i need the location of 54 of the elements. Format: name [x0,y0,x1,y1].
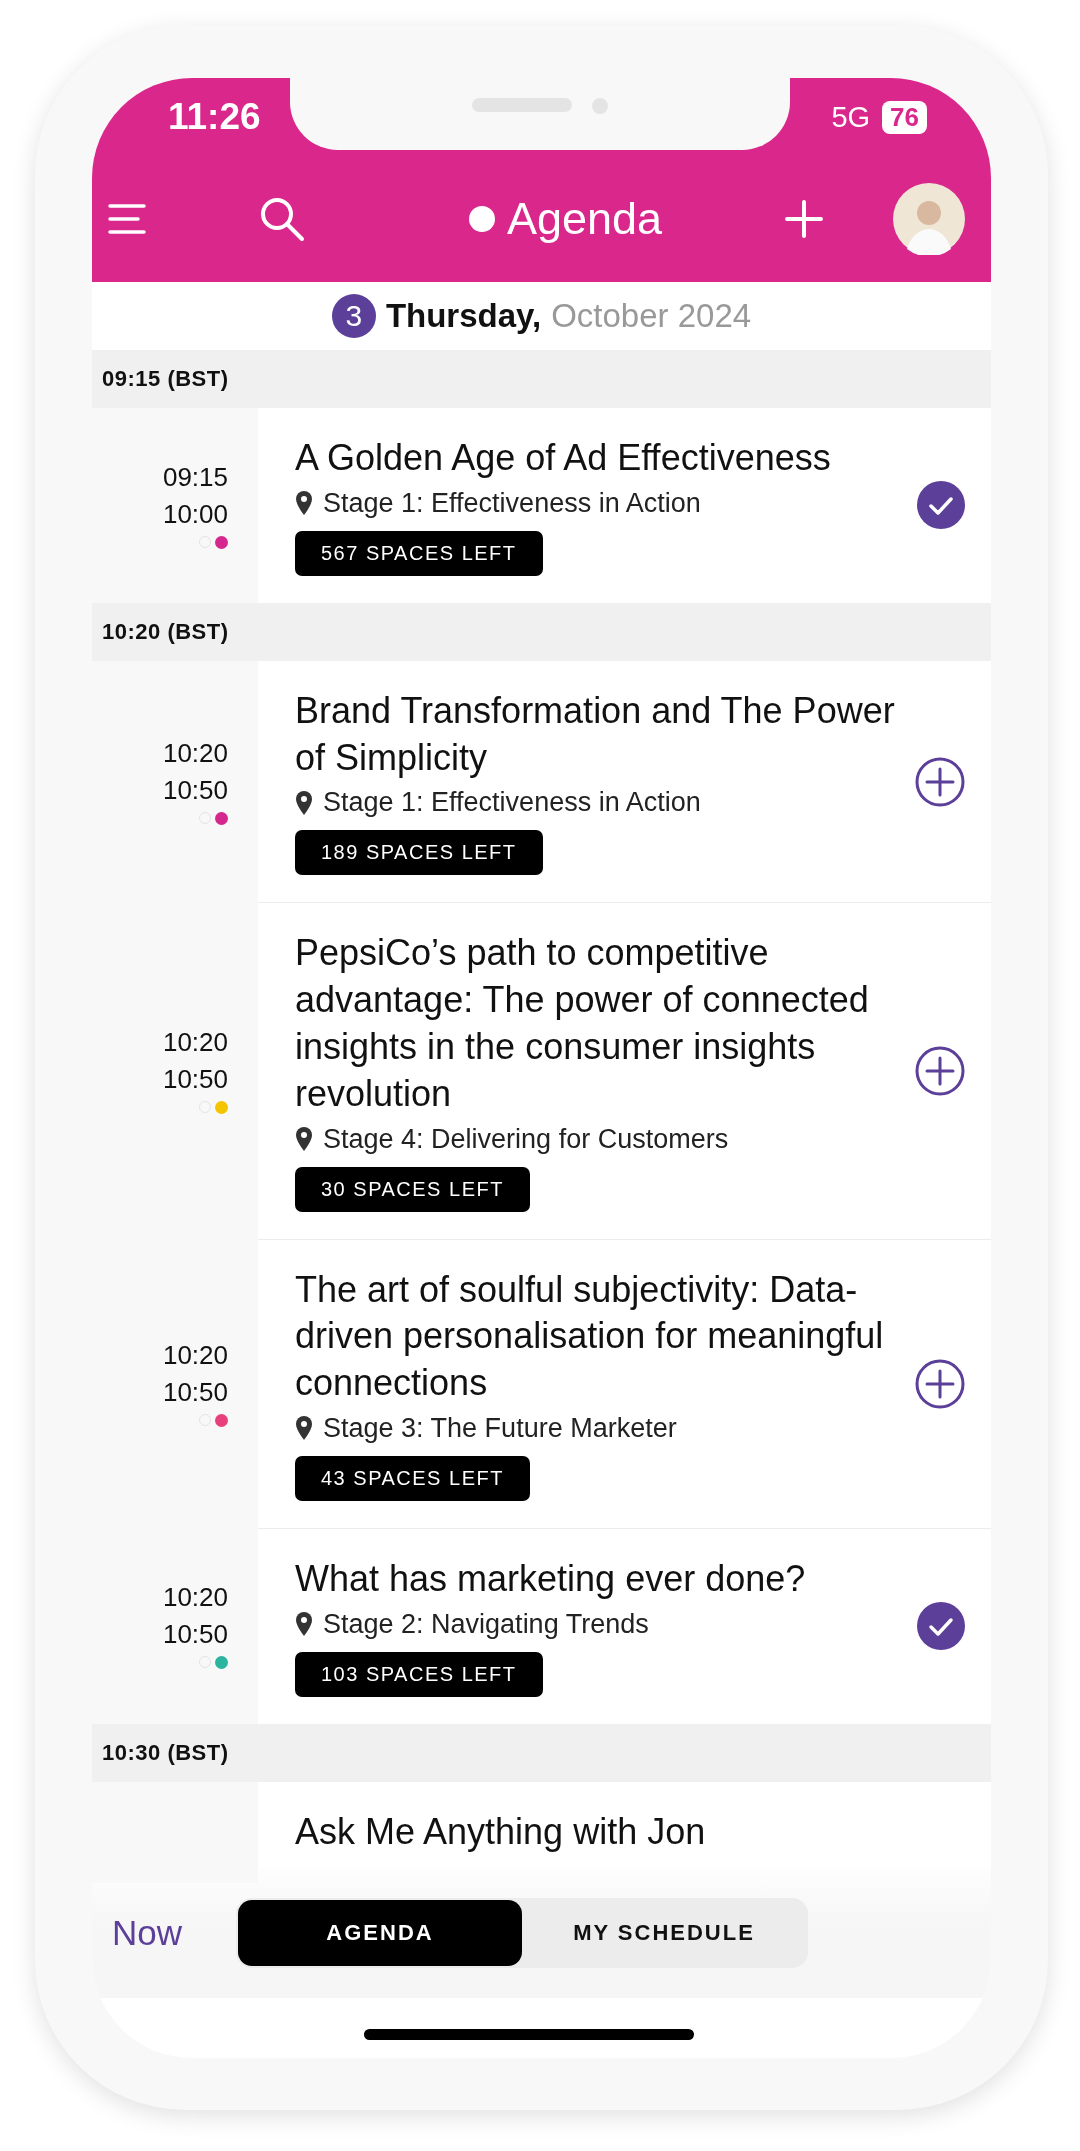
add-session-icon[interactable] [915,756,965,807]
session-location: Stage 1: Effectiveness in Action [323,487,701,519]
session-title[interactable]: The art of soulful subjectivity: Data-driven personalisation for meaningful connections [295,1266,915,1407]
end-time: 10:50 [162,775,228,807]
session-title[interactable]: PepsiCo’s path to competitive advantage: The power of connected insights in the consumer insights revolution [295,930,915,1118]
session-title[interactable]: Ask Me Anything with Jon [295,1808,726,1856]
time-group-header: 10:20 (BST) [92,602,991,661]
battery-level: 76 [882,100,927,134]
location-pin-icon [295,1611,313,1638]
session-title[interactable]: A Golden Age of Ad Effectiveness [295,435,851,482]
session-title[interactable]: Brand Transformation and The Power of Simplicity [295,687,915,782]
avatar-icon[interactable] [893,183,965,255]
spaces-left-badge: 30 SPACES LEFT [295,1166,530,1212]
session-title[interactable]: What has marketing ever done? [295,1555,826,1603]
now-link[interactable]: Now [112,1913,230,1953]
end-time: 10:00 [162,498,228,530]
view-tab[interactable]: AGENDA [238,1900,522,1966]
network-label: 5G [831,100,871,134]
start-time: 10:20 [162,738,228,770]
status-dot-icon [468,206,495,232]
add-session-icon[interactable] [915,1046,965,1096]
add-icon[interactable] [785,200,823,238]
add-session-icon[interactable] [915,1358,965,1409]
session-location: Stage 1: Effectiveness in Action [323,787,701,819]
screen-title: Agenda [506,193,663,245]
start-time: 10:20 [162,1339,228,1371]
view-tab[interactable]: MY SCHEDULE [522,1900,806,1966]
spaces-left-badge: 43 SPACES LEFT [295,1455,530,1501]
spaces-left-badge: 189 SPACES LEFT [295,830,543,876]
month-year-label: October 2024 [551,297,752,335]
session-location: Stage 2: Navigating Trends [323,1608,649,1640]
session-location: Stage 4: Delivering for Customers [323,1123,729,1155]
location-pin-icon [295,490,313,517]
location-pin-icon [295,789,313,816]
time-group-header: 09:15 (BST) [92,350,991,408]
start-time: 10:20 [162,1027,228,1058]
added-check-icon[interactable] [917,1602,965,1651]
end-time: 10:50 [162,1064,228,1095]
start-time: 10:20 [162,1582,228,1614]
status-time: 11:26 [168,96,261,138]
end-time: 10:50 [162,1376,228,1408]
menu-icon[interactable] [108,203,148,235]
time-group-header: 10:30 (BST) [92,1723,991,1782]
search-icon[interactable] [258,195,306,243]
end-time: 10:50 [162,1619,228,1651]
weekday-label: Thursday, [385,297,542,335]
day-number: 3 [331,294,376,338]
start-time: 09:15 [162,461,228,493]
location-pin-icon [295,1415,313,1442]
added-check-icon[interactable] [917,481,965,530]
session-location: Stage 3: The Future Marketer [323,1412,677,1444]
location-pin-icon [295,1126,313,1153]
spaces-left-badge: 103 SPACES LEFT [295,1651,543,1697]
spaces-left-badge: 567 SPACES LEFT [295,530,543,576]
